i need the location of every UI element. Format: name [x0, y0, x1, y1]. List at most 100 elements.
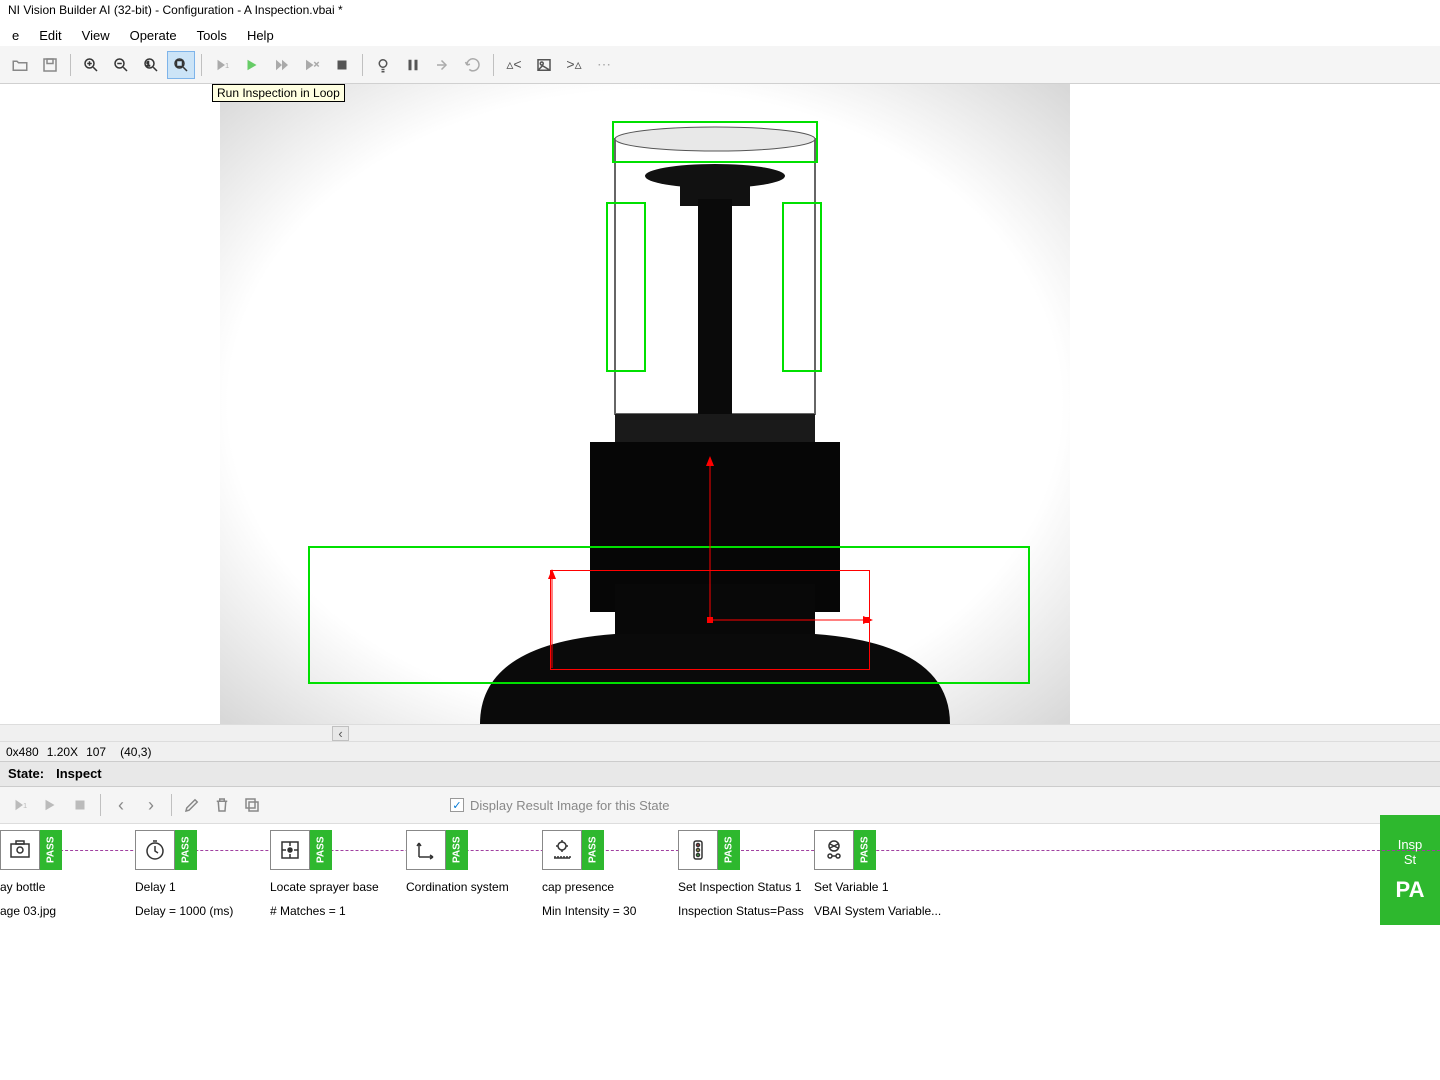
state-name: Inspect — [56, 766, 102, 782]
step-cap-presence[interactable]: PASS cap presence Min Intensity = 30 — [542, 830, 672, 918]
state-run-button[interactable] — [36, 791, 64, 819]
inspection-image — [220, 84, 1070, 724]
display-result-checkbox[interactable]: ✓ Display Result Image for this State — [450, 798, 669, 813]
zoom-fit-icon — [172, 56, 190, 74]
menu-help[interactable]: Help — [239, 26, 282, 44]
edit-step-button[interactable] — [178, 791, 206, 819]
step-set-variable[interactable]: PASS Set Variable 1 VBAI System Variable… — [814, 830, 944, 918]
pencil-icon — [183, 796, 201, 814]
step-name: cap presence — [542, 880, 672, 894]
pause-icon — [404, 56, 422, 74]
zoom-in-button[interactable] — [77, 51, 105, 79]
svg-text:1: 1 — [147, 61, 151, 67]
menu-view[interactable]: View — [74, 26, 118, 44]
state-header: State: Inspect — [0, 761, 1440, 787]
svg-text:1: 1 — [225, 61, 229, 70]
display-result-label: Display Result Image for this State — [470, 798, 669, 813]
target-icon — [270, 830, 310, 870]
tool-d-button[interactable]: ⋯ — [590, 51, 618, 79]
step-name: Locate sprayer base — [270, 880, 400, 894]
zoom-actual-button[interactable]: 1 — [137, 51, 165, 79]
roi-cap-top — [612, 121, 818, 163]
delete-step-button[interactable] — [208, 791, 236, 819]
step-into-button[interactable] — [429, 51, 457, 79]
highlight-button[interactable] — [369, 51, 397, 79]
menu-file[interactable]: e — [4, 26, 27, 44]
pass-badge: PASS — [446, 830, 468, 870]
separator — [100, 794, 101, 816]
play-icon — [243, 56, 261, 74]
variable-icon — [814, 830, 854, 870]
separator — [201, 54, 202, 76]
step-name: Delay 1 — [135, 880, 265, 894]
prev-step-button[interactable]: ‹ — [107, 791, 135, 819]
zoom-actual-icon: 1 — [142, 56, 160, 74]
menu-tools[interactable]: Tools — [189, 26, 235, 44]
step-detail: Delay = 1000 (ms) — [135, 904, 265, 918]
zoom-out-button[interactable] — [107, 51, 135, 79]
step-detail: # Matches = 1 — [270, 904, 400, 918]
state-stop-button[interactable] — [66, 791, 94, 819]
stop-icon — [333, 56, 351, 74]
play-one-icon: 1 — [213, 56, 231, 74]
clock-icon — [135, 830, 175, 870]
step-name: Set Inspection Status 1 — [678, 880, 808, 894]
pass-badge: PASS — [718, 830, 740, 870]
refresh-button[interactable] — [459, 51, 487, 79]
trash-icon — [213, 796, 231, 814]
state-run-once-button[interactable]: 1 — [6, 791, 34, 819]
chevron-left-icon: ‹ — [118, 795, 124, 816]
step-coordsys[interactable]: PASS Cordination system — [406, 830, 536, 904]
step-locate[interactable]: PASS Locate sprayer base # Matches = 1 — [270, 830, 400, 918]
image-status-bar: 0x480 1.20X 107 (40,3) — [0, 741, 1440, 761]
inspection-status-badge: Insp St PA — [1380, 815, 1440, 925]
checkbox-icon: ✓ — [450, 798, 464, 812]
steps-strip[interactable]: PASS ay bottle age 03.jpg PASS Delay 1 D… — [0, 823, 1440, 953]
step-detail: VBAI System Variable... — [814, 904, 944, 918]
roi-cap-left — [606, 202, 646, 372]
folder-icon — [11, 56, 29, 74]
stop-icon — [71, 796, 89, 814]
zoom-in-icon — [82, 56, 100, 74]
image-viewport[interactable] — [0, 84, 1440, 724]
pass-badge: PASS — [854, 830, 876, 870]
separator — [171, 794, 172, 816]
roi-coord-rect — [550, 570, 870, 670]
stop-button[interactable] — [328, 51, 356, 79]
pause-button[interactable] — [399, 51, 427, 79]
step-delay[interactable]: PASS Delay 1 Delay = 1000 (ms) — [135, 830, 265, 918]
chevron-right-icon: › — [148, 795, 154, 816]
refresh-icon — [464, 56, 482, 74]
window-title-text: NI Vision Builder AI (32-bit) - Configur… — [8, 3, 343, 17]
run-until-fail-button[interactable] — [298, 51, 326, 79]
open-button[interactable] — [6, 51, 34, 79]
overlay2-icon: >▵ — [566, 56, 581, 73]
tool-c-button[interactable]: >▵ — [560, 51, 588, 79]
axes-icon — [406, 830, 446, 870]
next-step-button[interactable]: › — [137, 791, 165, 819]
menu-operate[interactable]: Operate — [122, 26, 185, 44]
copy-icon — [243, 796, 261, 814]
horizontal-scrollbar[interactable]: ‹ — [0, 724, 1440, 741]
run-button[interactable] — [238, 51, 266, 79]
play-one-icon: 1 — [11, 796, 29, 814]
scroll-left-icon[interactable]: ‹ — [332, 726, 349, 741]
step-name: ay bottle — [0, 880, 130, 894]
run-once-button[interactable]: 1 — [208, 51, 236, 79]
tool-b-button[interactable] — [530, 51, 558, 79]
step-detail: age 03.jpg — [0, 904, 130, 918]
save-icon — [41, 56, 59, 74]
svg-text:1: 1 — [23, 801, 27, 810]
inspection-status-big: PA — [1396, 877, 1425, 903]
copy-step-button[interactable] — [238, 791, 266, 819]
step-acquire-image[interactable]: PASS ay bottle age 03.jpg — [0, 830, 130, 918]
pass-badge: PASS — [310, 830, 332, 870]
save-button[interactable] — [36, 51, 64, 79]
play-x-icon — [303, 56, 321, 74]
pass-badge: PASS — [40, 830, 62, 870]
run-loop-button[interactable] — [268, 51, 296, 79]
tool-a-button[interactable]: ▵< — [500, 51, 528, 79]
step-set-status[interactable]: PASS Set Inspection Status 1 Inspection … — [678, 830, 808, 918]
menu-edit[interactable]: Edit — [31, 26, 69, 44]
zoom-fit-button[interactable] — [167, 51, 195, 79]
